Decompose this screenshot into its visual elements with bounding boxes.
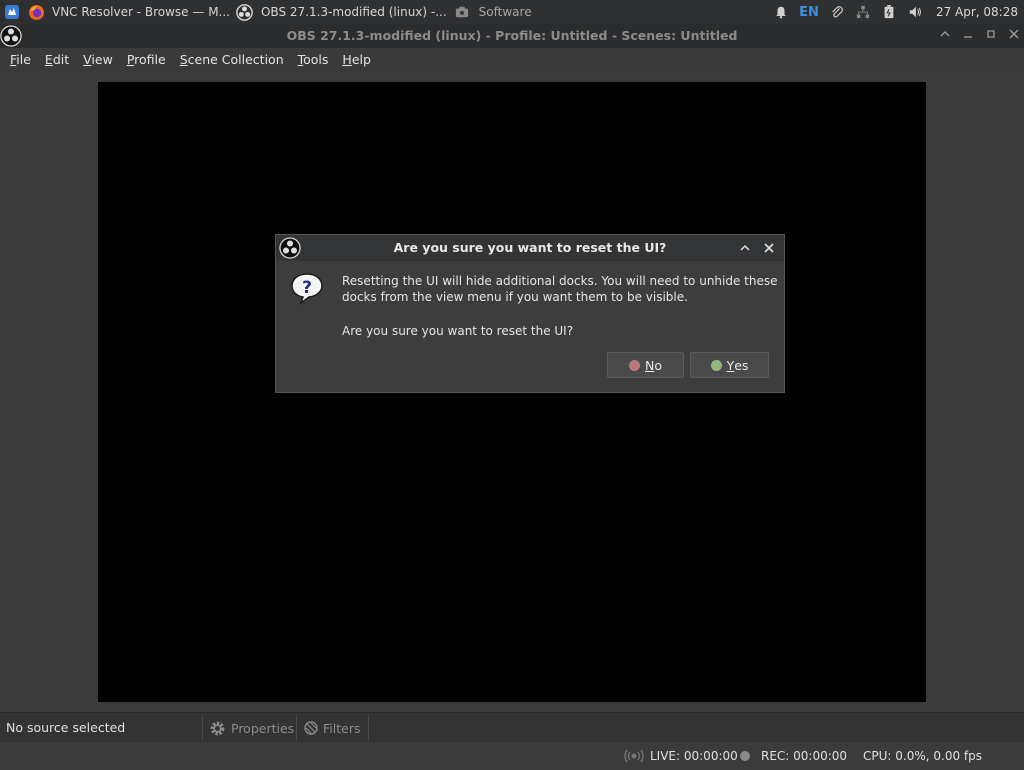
window-titlebar[interactable]: OBS 27.1.3-modified (linux) - Profile: U…	[0, 24, 1024, 48]
menu-help-label: elp	[351, 52, 371, 67]
menu-file-label: ile	[16, 52, 31, 67]
obs-icon[interactable]	[236, 3, 254, 21]
menu-view-label: iew	[91, 52, 113, 67]
properties-button[interactable]: Properties	[202, 716, 294, 740]
dialog-message-line2: docks from the view menu if you want the…	[342, 290, 688, 304]
keep-above-icon[interactable]	[739, 242, 751, 254]
menu-view[interactable]: View	[76, 48, 120, 72]
menu-tools[interactable]: Tools	[291, 48, 336, 72]
task-obs[interactable]: OBS 27.1.3-modified (linux) -...	[261, 0, 447, 24]
filters-button[interactable]: Filters	[296, 716, 360, 740]
dialog-question: Are you sure you want to reset the UI?	[342, 324, 574, 338]
paperclip-icon[interactable]	[829, 4, 845, 20]
menu-tools-label: ools	[303, 52, 329, 67]
menu-profile[interactable]: Profile	[120, 48, 173, 72]
menubar: File Edit View Profile Scene Collection …	[0, 48, 1024, 72]
dialog-titlebar[interactable]: Are you sure you want to reset the UI?	[276, 235, 784, 261]
yes-button-mnemonic: Y	[726, 357, 735, 373]
task-software[interactable]: Software	[479, 0, 532, 24]
menu-file[interactable]: File	[3, 48, 38, 72]
battery-icon[interactable]	[881, 4, 897, 20]
clock[interactable]: 27 Apr, 08:28	[936, 5, 1018, 19]
firefox-icon[interactable]	[27, 3, 45, 21]
no-source-label: No source selected	[6, 720, 126, 735]
volume-icon[interactable]	[907, 4, 923, 20]
network-icon[interactable]	[855, 4, 871, 20]
menu-scene-collection[interactable]: Scene Collection	[173, 48, 291, 72]
gear-icon	[209, 719, 227, 737]
question-icon: ?	[290, 271, 324, 306]
no-icon	[628, 359, 640, 371]
toolbar-divider	[368, 716, 369, 740]
keep-above-icon[interactable]	[937, 28, 953, 44]
filters-label: Filters	[323, 720, 361, 736]
minimize-icon[interactable]	[960, 28, 976, 44]
reset-ui-dialog: Are you sure you want to reset the UI? ?…	[275, 234, 785, 393]
menu-scene-collection-mnemonic: S	[179, 52, 188, 67]
maximize-icon[interactable]	[983, 28, 999, 44]
menu-help[interactable]: Help	[335, 48, 378, 72]
filter-icon	[303, 719, 321, 737]
source-toolbar: No source selected Properties Filters	[0, 712, 1024, 743]
yes-icon	[710, 359, 722, 371]
app-menu-icon[interactable]	[3, 3, 21, 21]
camera-icon[interactable]	[453, 3, 471, 21]
menu-edit-label: dit	[52, 52, 70, 67]
svg-text:?: ?	[302, 278, 312, 298]
dialog-title: Are you sure you want to reset the UI?	[393, 240, 667, 255]
live-timer: LIVE: 00:00:00	[650, 749, 738, 763]
yes-button-label: es	[734, 357, 749, 373]
task-firefox[interactable]: VNC Resolver - Browse — M...	[52, 0, 230, 24]
system-tray: EN 27 Apr, 08:28	[768, 0, 1024, 24]
window-title: OBS 27.1.3-modified (linux) - Profile: U…	[286, 28, 738, 43]
taskbar: VNC Resolver - Browse — M... OBS 27.1.3-…	[0, 0, 1024, 24]
menu-profile-label: rofile	[134, 52, 166, 67]
rec-timer: REC: 00:00:00	[761, 749, 848, 763]
menu-help-mnemonic: H	[342, 52, 352, 67]
close-icon[interactable]	[763, 242, 775, 254]
properties-label: Properties	[231, 720, 295, 736]
menu-edit[interactable]: Edit	[38, 48, 76, 72]
keyboard-layout-indicator[interactable]: EN	[799, 4, 819, 20]
menu-edit-mnemonic: E	[44, 52, 53, 67]
close-icon[interactable]	[1006, 28, 1022, 44]
rec-indicator-icon	[740, 751, 750, 761]
bell-icon[interactable]	[773, 4, 789, 20]
yes-button[interactable]: Yes	[690, 352, 769, 378]
dialog-message-line1: Resetting the UI will hide additional do…	[342, 274, 778, 288]
cpu-fps: CPU: 0.0%, 0.00 fps	[863, 749, 982, 763]
no-button-mnemonic: N	[644, 357, 655, 373]
no-button-label: o	[654, 357, 662, 373]
no-button[interactable]: No	[607, 352, 684, 378]
live-indicator-icon	[624, 749, 644, 763]
menu-scene-collection-label: cene Collection	[187, 52, 284, 67]
status-bar: LIVE: 00:00:00 REC: 00:00:00 CPU: 0.0%, …	[0, 742, 1024, 768]
